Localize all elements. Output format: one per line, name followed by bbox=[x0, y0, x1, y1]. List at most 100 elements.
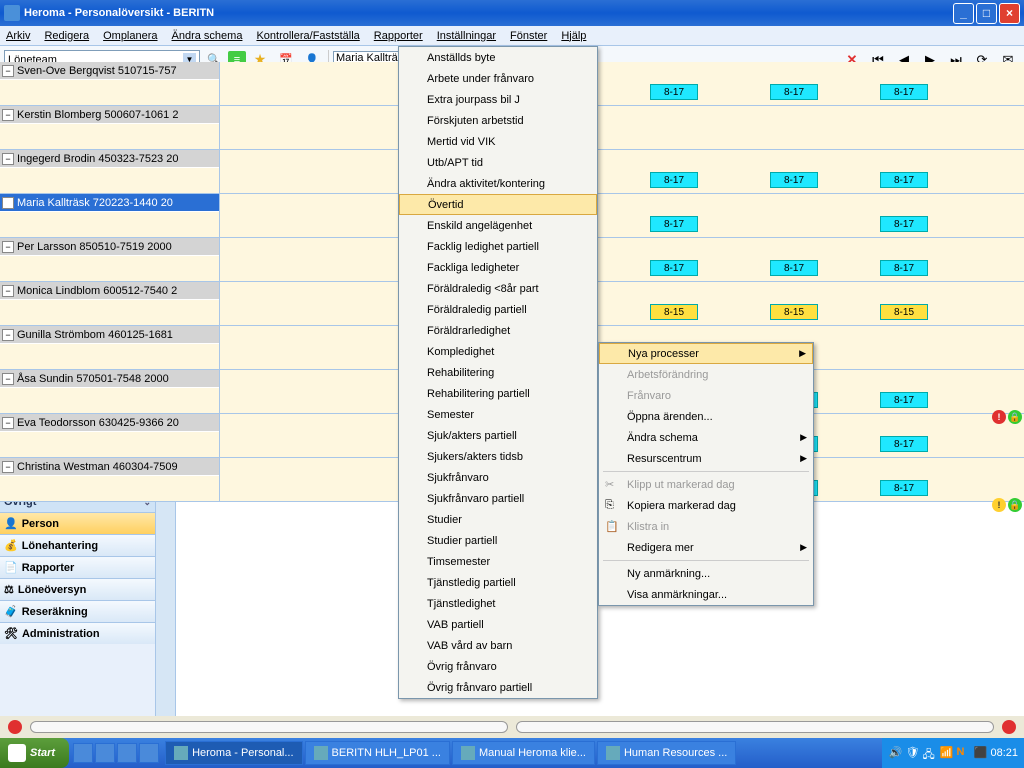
expand-icon[interactable]: − bbox=[2, 197, 14, 209]
schedule-slots[interactable]: 8-158-158-158-15 bbox=[220, 282, 1024, 325]
taskbar-item[interactable]: Human Resources ... bbox=[597, 741, 736, 765]
menu-item[interactable]: Studier bbox=[399, 509, 597, 530]
menu-item[interactable]: Ändra aktivitet/kontering bbox=[399, 173, 597, 194]
menu-item[interactable]: Föräldrarledighet bbox=[399, 320, 597, 341]
expand-icon[interactable]: − bbox=[2, 153, 14, 165]
menu-item[interactable]: Mertid vid VIK bbox=[399, 131, 597, 152]
menu-item[interactable]: Öppna ärenden... bbox=[599, 406, 813, 427]
taskbar-item[interactable]: BERITN HLH_LP01 ... bbox=[305, 741, 450, 765]
menu-item[interactable]: Övrig frånvaro bbox=[399, 656, 597, 677]
shift-block[interactable]: 8-17 bbox=[880, 436, 928, 452]
expand-icon[interactable]: − bbox=[2, 461, 14, 473]
menu-item[interactable]: Ny anmärkning... bbox=[599, 563, 813, 584]
tray-icon[interactable]: ⬛ bbox=[973, 746, 987, 760]
menu-item[interactable]: Studier partiell bbox=[399, 530, 597, 551]
warning-badge[interactable]: ! bbox=[992, 498, 1006, 512]
expand-icon[interactable]: − bbox=[2, 241, 14, 253]
shift-block[interactable]: 8-17 bbox=[880, 392, 928, 408]
menu-item[interactable]: VAB vård av barn bbox=[399, 635, 597, 656]
taskbar-item[interactable]: Manual Heroma klie... bbox=[452, 741, 595, 765]
menu-rapporter[interactable]: Rapporter bbox=[374, 30, 423, 42]
menu-item[interactable]: Enskild angelägenhet bbox=[399, 215, 597, 236]
menu-item[interactable]: Arbete under frånvaro bbox=[399, 68, 597, 89]
menu-kontrollera[interactable]: Kontrollera/Fastställa bbox=[256, 30, 359, 42]
menu-item[interactable]: Semester bbox=[399, 404, 597, 425]
ql-icon[interactable] bbox=[95, 743, 115, 763]
tray-icon[interactable]: N bbox=[956, 746, 970, 760]
menu-item[interactable]: Förskjuten arbetstid bbox=[399, 110, 597, 131]
menu-hjalp[interactable]: Hjälp bbox=[561, 30, 586, 42]
menu-fonster[interactable]: Fönster bbox=[510, 30, 547, 42]
menu-redigera[interactable]: Redigera bbox=[44, 30, 89, 42]
shift-block[interactable]: 8-15 bbox=[650, 304, 698, 320]
shift-block[interactable]: 8-17 bbox=[880, 84, 928, 100]
menu-item[interactable]: VAB partiell bbox=[399, 614, 597, 635]
menu-arkiv[interactable]: Arkiv bbox=[6, 30, 30, 42]
menu-item[interactable]: Nya processer▶ bbox=[599, 343, 813, 364]
start-button[interactable]: Start bbox=[0, 738, 69, 768]
lock-badge[interactable]: 🔒 bbox=[1008, 410, 1022, 424]
maximize-button[interactable]: □ bbox=[976, 3, 997, 24]
shift-block[interactable]: 8-17 bbox=[880, 480, 928, 496]
shift-block[interactable]: 8-17 bbox=[650, 260, 698, 276]
taskbar-item[interactable]: Heroma - Personal... bbox=[165, 741, 302, 765]
clock[interactable]: 08:21 bbox=[990, 747, 1018, 759]
expand-icon[interactable]: − bbox=[2, 373, 14, 385]
ql-icon[interactable] bbox=[139, 743, 159, 763]
menu-item[interactable]: ⎘Kopiera markerad dag bbox=[599, 495, 813, 516]
alert-badge[interactable]: ! bbox=[992, 410, 1006, 424]
menu-omplanera[interactable]: Omplanera bbox=[103, 30, 157, 42]
menu-item[interactable]: Anställds byte bbox=[399, 47, 597, 68]
ql-icon[interactable] bbox=[117, 743, 137, 763]
menu-item[interactable]: Föräldraledig partiell bbox=[399, 299, 597, 320]
menu-item[interactable]: Utb/APT tid bbox=[399, 152, 597, 173]
menu-item[interactable]: Övertid bbox=[399, 194, 597, 215]
menu-item[interactable]: Kompledighet bbox=[399, 341, 597, 362]
menu-andra-schema[interactable]: Ändra schema bbox=[172, 30, 243, 42]
menu-item[interactable]: Redigera mer▶ bbox=[599, 537, 813, 558]
menu-item[interactable]: Sjuk/akters partiell bbox=[399, 425, 597, 446]
schedule-slots[interactable]: 8-178-178-178-17 bbox=[220, 150, 1024, 193]
shift-block[interactable]: 8-17 bbox=[770, 84, 818, 100]
menu-item[interactable]: Facklig ledighet partiell bbox=[399, 236, 597, 257]
menu-item[interactable]: Föräldraledig <8år part bbox=[399, 278, 597, 299]
shift-block[interactable]: 8-17 bbox=[880, 216, 928, 232]
menu-item[interactable]: Övrig frånvaro partiell bbox=[399, 677, 597, 698]
shift-block[interactable]: 8-17 bbox=[650, 84, 698, 100]
menu-item[interactable]: Sjukfrånvaro partiell bbox=[399, 488, 597, 509]
menu-item[interactable]: Extra jourpass bil J bbox=[399, 89, 597, 110]
menu-item[interactable]: Fackliga ledigheter bbox=[399, 257, 597, 278]
menu-item[interactable]: Ändra schema▶ bbox=[599, 427, 813, 448]
shift-block[interactable]: 8-17 bbox=[650, 172, 698, 188]
menu-item[interactable]: Rehabilitering bbox=[399, 362, 597, 383]
schedule-slots[interactable]: 8-178-178-178-17 bbox=[220, 62, 1024, 105]
shift-block[interactable]: 8-17 bbox=[770, 172, 818, 188]
shift-block[interactable]: 8-17 bbox=[880, 172, 928, 188]
expand-icon[interactable]: − bbox=[2, 417, 14, 429]
schedule-slots[interactable]: 8-178-178-178-17 bbox=[220, 238, 1024, 281]
menu-item[interactable]: Tjänstledig partiell bbox=[399, 572, 597, 593]
menu-item[interactable]: Rehabilitering partiell bbox=[399, 383, 597, 404]
menu-item[interactable]: Sjukfrånvaro bbox=[399, 467, 597, 488]
tray-icon[interactable]: 🛡 bbox=[905, 746, 919, 760]
schedule-slots[interactable]: SJ8-178-17 bbox=[220, 194, 1024, 237]
menu-installningar[interactable]: Inställningar bbox=[437, 30, 496, 42]
expand-icon[interactable]: − bbox=[2, 329, 14, 341]
menu-item[interactable]: Timsemester bbox=[399, 551, 597, 572]
shift-block[interactable]: 8-17 bbox=[650, 216, 698, 232]
expand-icon[interactable]: − bbox=[2, 285, 14, 297]
expand-icon[interactable]: − bbox=[2, 65, 14, 77]
menu-item[interactable]: Sjukers/akters tidsb bbox=[399, 446, 597, 467]
expand-icon[interactable]: − bbox=[2, 109, 14, 121]
tray-icon[interactable]: 🖧 bbox=[922, 746, 936, 760]
ql-icon[interactable] bbox=[73, 743, 93, 763]
schedule-slots[interactable] bbox=[220, 106, 1024, 149]
record-icon[interactable] bbox=[1002, 720, 1016, 734]
minimize-button[interactable]: _ bbox=[953, 3, 974, 24]
shift-block[interactable]: 8-17 bbox=[880, 260, 928, 276]
shift-block[interactable]: 8-15 bbox=[770, 304, 818, 320]
tray-icon[interactable]: 📶 bbox=[939, 746, 953, 760]
shift-block[interactable]: 8-17 bbox=[770, 260, 818, 276]
tray-icon[interactable]: 🔊 bbox=[888, 746, 902, 760]
record-icon[interactable] bbox=[8, 720, 22, 734]
